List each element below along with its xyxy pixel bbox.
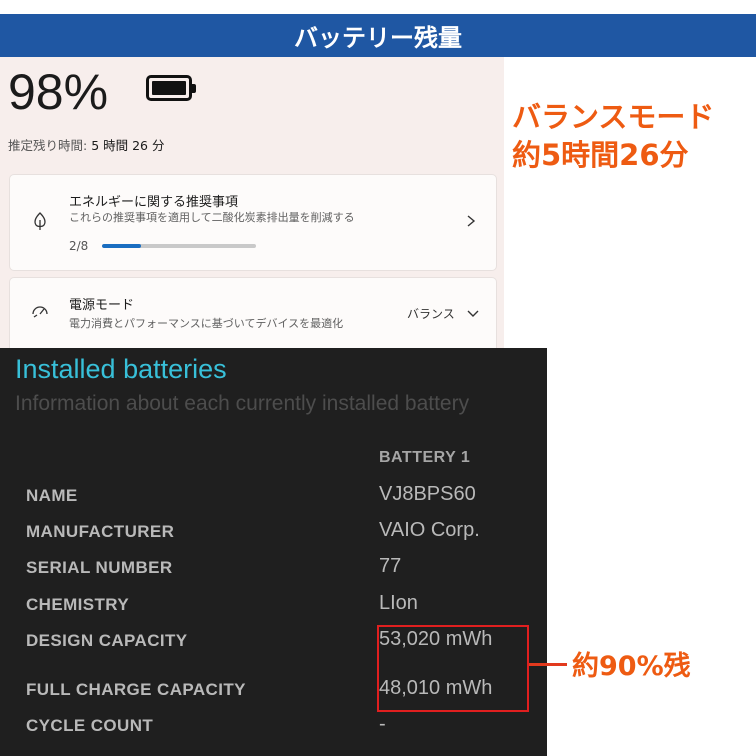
balance-mode-annotation: バランスモード 約5時間26分 [512, 98, 714, 174]
row-label-chemistry: CHEMISTRY [26, 595, 130, 614]
report-title: Installed batteries [15, 354, 227, 384]
page-title: バッテリー残量 [294, 24, 462, 52]
page-title-bar: バッテリー残量 [0, 14, 756, 57]
row-value-chemistry: LIon [379, 592, 418, 614]
row-label-manufacturer: MANUFACTURER [26, 522, 175, 541]
recommendations-progress-fill [102, 244, 141, 248]
remaining-value: 5 時間 26 分 [91, 138, 165, 153]
chevron-right-icon [467, 215, 476, 227]
row-value-manufacturer: VAIO Corp. [379, 519, 480, 541]
battery-report-panel: Installed batteries Information about ea… [0, 348, 547, 756]
recommendations-title: エネルギーに関する推奨事項 [69, 195, 239, 210]
energy-recommendations-card[interactable]: エネルギーに関する推奨事項 これらの推奨事項を適用して二酸化炭素排出量を削減する… [9, 174, 497, 271]
row-value-name: VJ8BPS60 [379, 483, 476, 505]
leaf-icon [34, 212, 46, 230]
row-value-serial-number: 77 [379, 555, 402, 577]
remaining-label: 推定残り時間: [8, 138, 88, 153]
recommendations-subtitle: これらの推奨事項を適用して二酸化炭素排出量を削減する [69, 211, 355, 224]
battery-percentage: 98% [8, 64, 109, 120]
annotation-mode-time: 約5時間26分 [512, 138, 689, 172]
recommendations-progress-label: 2/8 [69, 239, 89, 253]
row-label-design-capacity: DESIGN CAPACITY [26, 631, 188, 650]
chevron-down-icon[interactable] [466, 308, 480, 320]
row-label-serial-number: SERIAL NUMBER [26, 558, 173, 577]
report-subtitle: Information about each currently install… [15, 392, 470, 415]
recommendations-progress-bar [102, 244, 256, 248]
battery-settings-panel: 98% 推定残り時間: 5 時間 26 分 エネルギーに関する推奨事項 これらの… [0, 57, 504, 348]
row-label-cycle-count: CYCLE COUNT [26, 716, 154, 735]
battery-column-header: BATTERY 1 [379, 449, 471, 466]
capacity-highlight-box [377, 625, 529, 712]
row-value-cycle-count: - [379, 713, 386, 735]
power-mode-gauge-icon [32, 306, 48, 318]
power-mode-subtitle: 電力消費とパフォーマンスに基づいてデバイスを最適化 [69, 317, 344, 330]
power-mode-dropdown-value[interactable]: バランス [407, 305, 455, 322]
estimated-remaining-time: 推定残り時間: 5 時間 26 分 [8, 135, 164, 154]
power-mode-title: 電源モード [69, 298, 135, 313]
annotation-connector-line [529, 663, 567, 666]
battery-icon [146, 75, 196, 101]
power-mode-card[interactable]: 電源モード 電力消費とパフォーマンスに基づいてデバイスを最適化 バランス [9, 277, 497, 348]
row-label-name: NAME [26, 486, 78, 505]
annotation-mode-name: バランスモード [512, 100, 715, 134]
row-label-full-charge-capacity: FULL CHARGE CAPACITY [26, 680, 246, 699]
capacity-remaining-annotation: 約90%残 [572, 651, 691, 682]
